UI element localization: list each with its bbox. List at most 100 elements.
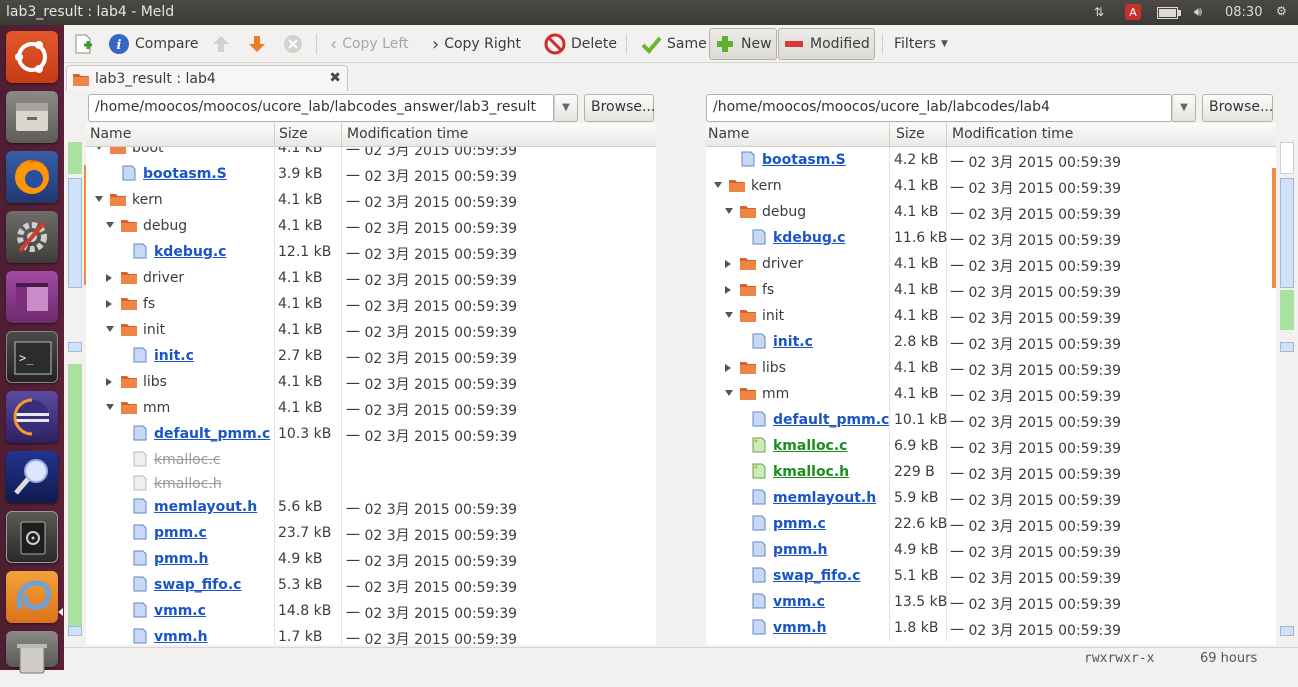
- tree-row[interactable]: fs 4.1 kB 一 02 3月 2015 00:59:39: [86, 291, 656, 317]
- right-file-tree[interactable]: Name Size Modification time bootasm.S 4.2…: [706, 123, 1276, 645]
- tree-row[interactable]: libs 4.1 kB 一 02 3月 2015 00:59:39: [86, 369, 656, 395]
- tree-row[interactable]: fs 4.1 kB 一 02 3月 2015 00:59:39: [706, 277, 1276, 303]
- new-toggle[interactable]: New: [709, 28, 777, 60]
- expander-open-icon[interactable]: [106, 326, 114, 332]
- tree-row[interactable]: vmm.c 13.5 kB 一 02 3月 2015 00:59:39: [706, 589, 1276, 615]
- right-diffmap[interactable]: [1278, 142, 1296, 647]
- tab-comparison[interactable]: lab3_result : lab4 ✖: [66, 65, 348, 91]
- tree-row[interactable]: memlayout.h 5.9 kB 一 02 3月 2015 00:59:39: [706, 485, 1276, 511]
- right-path-input[interactable]: /home/moocos/moocos/ucore_lab/labcodes/l…: [706, 94, 1172, 122]
- expander-open-icon[interactable]: [725, 208, 733, 214]
- left-path-dropdown[interactable]: ▼: [554, 94, 578, 122]
- expander-open-icon[interactable]: [725, 312, 733, 318]
- tree-row[interactable]: driver 4.1 kB 一 02 3月 2015 00:59:39: [86, 265, 656, 291]
- next-change-button[interactable]: [242, 30, 272, 58]
- tree-row[interactable]: kmalloc.h 229 B 一 02 3月 2015 00:59:39: [706, 459, 1276, 485]
- tree-row[interactable]: debug 4.1 kB 一 02 3月 2015 00:59:39: [706, 199, 1276, 225]
- modified-toggle[interactable]: Modified: [778, 28, 875, 60]
- update-icon[interactable]: A: [1124, 3, 1142, 24]
- tree-row[interactable]: kmalloc.c 6.9 kB 一 02 3月 2015 00:59:39: [706, 433, 1276, 459]
- right-browse-button[interactable]: Browse...: [1202, 94, 1273, 122]
- expander-open-icon[interactable]: [106, 222, 114, 228]
- expander-open-icon[interactable]: [725, 390, 733, 396]
- tree-row[interactable]: driver 4.1 kB 一 02 3月 2015 00:59:39: [706, 251, 1276, 277]
- network-icon[interactable]: ⇅: [1094, 5, 1104, 19]
- disk-icon[interactable]: [6, 511, 58, 563]
- close-icon[interactable]: ✖: [329, 70, 341, 86]
- expander-closed-icon[interactable]: [725, 286, 731, 294]
- tree-row[interactable]: vmm.c 14.8 kB 一 02 3月 2015 00:59:39: [86, 598, 656, 624]
- tree-row[interactable]: vmm.h 1.7 kB 一 02 3月 2015 00:59:39: [86, 624, 656, 645]
- tree-row[interactable]: init 4.1 kB 一 02 3月 2015 00:59:39: [86, 317, 656, 343]
- tree-row[interactable]: debug 4.1 kB 一 02 3月 2015 00:59:39: [86, 213, 656, 239]
- tree-row[interactable]: kmalloc.c: [86, 447, 656, 473]
- copy-right-button[interactable]: › Copy Right: [428, 30, 525, 58]
- tree-row[interactable]: pmm.h 4.9 kB 一 02 3月 2015 00:59:39: [706, 537, 1276, 563]
- gear-icon[interactable]: ⚙: [1276, 4, 1287, 18]
- tree-row[interactable]: init.c 2.8 kB 一 02 3月 2015 00:59:39: [706, 329, 1276, 355]
- tree-row[interactable]: init 4.1 kB 一 02 3月 2015 00:59:39: [706, 303, 1276, 329]
- workspace-switcher-icon[interactable]: [6, 271, 58, 323]
- copy-left-button[interactable]: ‹ Copy Left: [326, 30, 413, 58]
- search-doc-icon[interactable]: [6, 451, 58, 503]
- tree-row[interactable]: default_pmm.c 10.1 kB 一 02 3月 2015 00:59:3…: [706, 407, 1276, 433]
- left-diffmap[interactable]: [66, 142, 84, 647]
- compare-button[interactable]: i Compare: [104, 30, 203, 58]
- tree-row[interactable]: libs 4.1 kB 一 02 3月 2015 00:59:39: [706, 355, 1276, 381]
- tree-row[interactable]: vmm.h 1.8 kB 一 02 3月 2015 00:59:39: [706, 615, 1276, 641]
- files-icon[interactable]: [6, 91, 58, 143]
- expander-closed-icon[interactable]: [106, 274, 112, 282]
- settings-icon[interactable]: [6, 211, 58, 263]
- volume-icon[interactable]: 🔊︎: [1194, 5, 1202, 20]
- expander-closed-icon[interactable]: [106, 300, 112, 308]
- expander-open-icon[interactable]: [95, 196, 103, 202]
- column-size[interactable]: Size: [279, 126, 308, 142]
- previous-change-button[interactable]: [206, 30, 236, 58]
- filters-menu-button[interactable]: Filters ▼: [890, 30, 952, 58]
- trash-icon[interactable]: [6, 631, 58, 674]
- new-comparison-button[interactable]: [68, 30, 98, 58]
- tree-row[interactable]: memlayout.h 5.6 kB 一 02 3月 2015 00:59:39: [86, 494, 656, 520]
- stop-button[interactable]: [278, 30, 308, 58]
- ubuntu-logo-icon[interactable]: [6, 31, 58, 83]
- delete-button[interactable]: Delete: [540, 30, 621, 58]
- eclipse-icon[interactable]: [6, 391, 58, 443]
- expander-open-icon[interactable]: [106, 404, 114, 410]
- left-path-input[interactable]: /home/moocos/moocos/ucore_lab/labcodes_a…: [88, 94, 554, 122]
- clock[interactable]: 08:30: [1225, 5, 1262, 20]
- column-name[interactable]: Name: [90, 126, 131, 142]
- expander-open-icon[interactable]: [95, 147, 103, 150]
- expander-closed-icon[interactable]: [106, 378, 112, 386]
- tree-row[interactable]: boot 4.1 kB 一 02 3月 2015 00:59:39: [86, 147, 656, 161]
- expander-closed-icon[interactable]: [725, 260, 731, 268]
- tree-row[interactable]: bootasm.S 4.2 kB 一 02 3月 2015 00:59:39: [706, 147, 1276, 173]
- expander-closed-icon[interactable]: [725, 364, 731, 372]
- tree-row[interactable]: pmm.c 22.6 kB 一 02 3月 2015 00:59:39: [706, 511, 1276, 537]
- tree-row[interactable]: pmm.h 4.9 kB 一 02 3月 2015 00:59:39: [86, 546, 656, 572]
- column-mtime[interactable]: Modification time: [347, 126, 468, 142]
- left-browse-button[interactable]: Browse...: [584, 94, 655, 122]
- column-size[interactable]: Size: [896, 126, 925, 142]
- tree-row[interactable]: bootasm.S 3.9 kB 一 02 3月 2015 00:59:39: [86, 161, 656, 187]
- tree-row[interactable]: mm 4.1 kB 一 02 3月 2015 00:59:39: [86, 395, 656, 421]
- left-file-tree[interactable]: Name Size Modification time boot 4.1 kB 一 …: [86, 123, 656, 645]
- expander-open-icon[interactable]: [714, 182, 722, 188]
- firefox-icon[interactable]: [6, 151, 58, 203]
- tree-row[interactable]: default_pmm.c 10.3 kB 一 02 3月 2015 00:59:3…: [86, 421, 656, 447]
- tree-row[interactable]: init.c 2.7 kB 一 02 3月 2015 00:59:39: [86, 343, 656, 369]
- tree-row[interactable]: pmm.c 23.7 kB 一 02 3月 2015 00:59:39: [86, 520, 656, 546]
- column-name[interactable]: Name: [708, 126, 749, 142]
- tree-row[interactable]: swap_fifo.c 5.1 kB 一 02 3月 2015 00:59:39: [706, 563, 1276, 589]
- tree-row[interactable]: mm 4.1 kB 一 02 3月 2015 00:59:39: [706, 381, 1276, 407]
- tree-row[interactable]: kdebug.c 11.6 kB 一 02 3月 2015 00:59:39: [706, 225, 1276, 251]
- tree-row[interactable]: kmalloc.h: [86, 470, 656, 497]
- tree-row[interactable]: kdebug.c 12.1 kB 一 02 3月 2015 00:59:39: [86, 239, 656, 265]
- same-toggle[interactable]: Same: [636, 30, 711, 58]
- column-mtime[interactable]: Modification time: [952, 126, 1073, 142]
- tree-row[interactable]: kern 4.1 kB 一 02 3月 2015 00:59:39: [706, 173, 1276, 199]
- tree-row[interactable]: swap_fifo.c 5.3 kB 一 02 3月 2015 00:59:39: [86, 572, 656, 598]
- meld-icon[interactable]: [6, 571, 58, 623]
- tree-row[interactable]: kern 4.1 kB 一 02 3月 2015 00:59:39: [86, 187, 656, 213]
- battery-icon[interactable]: [1157, 7, 1181, 22]
- right-path-dropdown[interactable]: ▼: [1172, 94, 1196, 122]
